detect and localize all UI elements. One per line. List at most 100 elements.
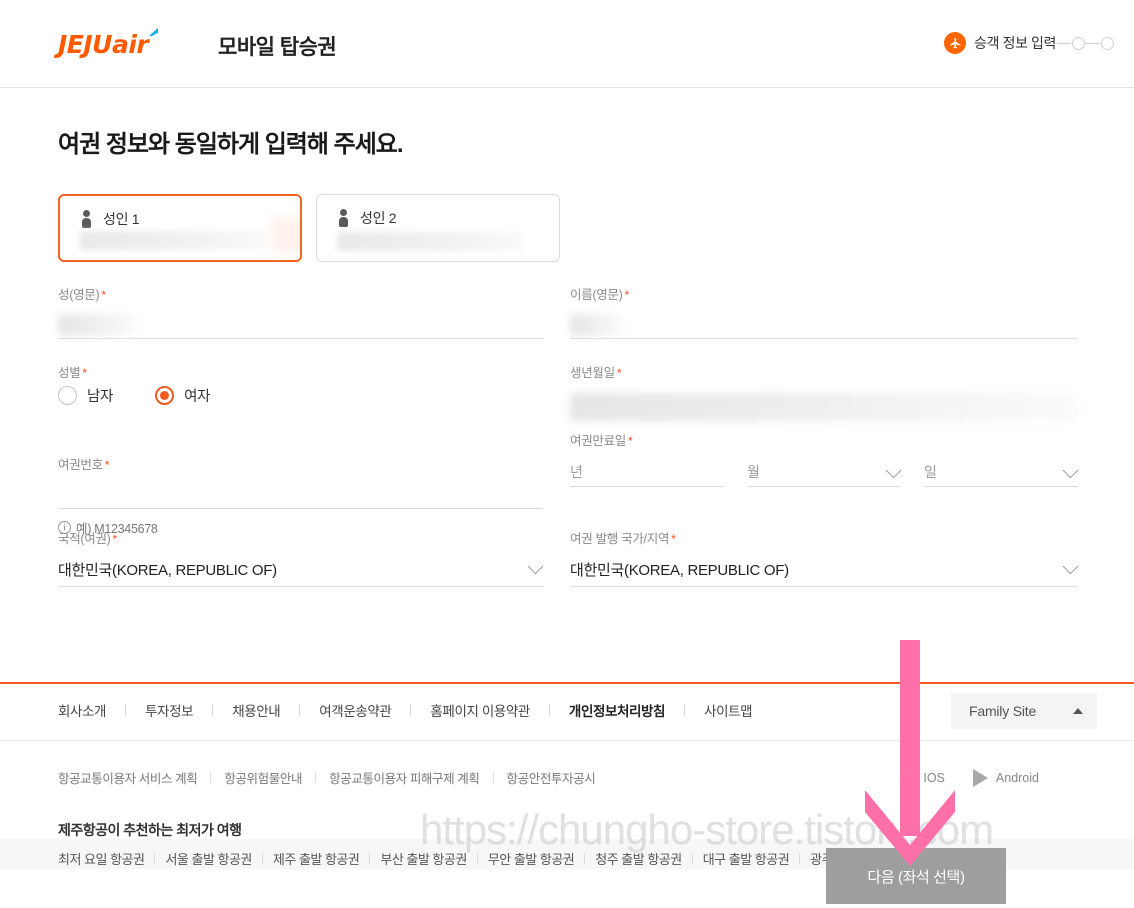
passenger-tab-adult-2[interactable]: 성인 2 <box>316 194 560 262</box>
promo-link-muan[interactable]: 무안 출발 항공권 <box>488 849 574 868</box>
nationality-select[interactable]: 대한민국(KOREA, REPUBLIC OF) <box>58 553 543 587</box>
footer-link-site-terms[interactable]: 홈페이지 이용약관 <box>430 700 530 720</box>
expiry-month-select[interactable]: 월 <box>747 457 901 487</box>
first-name-redacted-value <box>570 314 622 336</box>
promo-link-busan[interactable]: 부산 출발 항공권 <box>380 849 466 868</box>
promo-link-jeju[interactable]: 제주 출발 항공권 <box>273 849 359 868</box>
apple-icon <box>899 766 915 790</box>
field-nationality: 국적(여권)* 대한민국(KOREA, REPUBLIC OF) <box>58 528 543 587</box>
field-label: 성별* <box>58 362 543 381</box>
footer-link-privacy[interactable]: 개인정보처리방침 <box>569 700 665 720</box>
gender-radio-group: 남자 여자 <box>58 385 543 406</box>
passenger-name-redacted <box>337 232 523 251</box>
app-link-ios[interactable]: IOS <box>899 766 945 790</box>
logo-text: JEJUair <box>58 30 148 59</box>
promo-link-list: 최저 요일 항공권 서울 출발 항공권 제주 출발 항공권 부산 출발 항공권 … <box>58 849 897 868</box>
last-name-redacted-value <box>58 314 136 336</box>
step-connector <box>1086 43 1100 44</box>
step-label-passenger-info: 승객 정보 입력 <box>974 33 1056 53</box>
field-label: 여권 발행 국가/지역* <box>570 528 1078 547</box>
footer-link-investor[interactable]: 투자정보 <box>145 700 193 720</box>
passport-country-value: 대한민국(KOREA, REPUBLIC OF) <box>570 559 789 580</box>
footer-link-relief-plan[interactable]: 항공교통이용자 피해구제 계획 <box>329 768 479 787</box>
family-site-label: Family Site <box>969 703 1036 719</box>
caret-up-icon <box>1073 708 1083 714</box>
footer-link-sitemap[interactable]: 사이트맵 <box>704 700 752 720</box>
expiry-day-placeholder: 일 <box>924 462 937 482</box>
field-last-name: 성(영문)* <box>58 284 543 339</box>
footer-link-company[interactable]: 회사소개 <box>58 700 106 720</box>
gender-radio-male[interactable]: 남자 <box>58 385 113 406</box>
step-connector <box>1057 43 1071 44</box>
expiry-year-input[interactable]: 년 <box>570 457 724 487</box>
page-header-title: 모바일 탑승권 <box>218 31 336 61</box>
footer-link-recruit[interactable]: 채용안내 <box>232 700 280 720</box>
required-marker: * <box>113 532 117 546</box>
required-marker: * <box>628 434 632 448</box>
person-icon <box>82 210 91 228</box>
field-label: 이름(영문)* <box>570 284 1078 303</box>
field-first-name: 이름(영문)* <box>570 284 1078 339</box>
footer-secondary-links: 항공교통이용자 서비스 계획 항공위험물안내 항공교통이용자 피해구제 계획 항… <box>58 768 595 787</box>
required-marker: * <box>617 366 621 380</box>
divider <box>210 772 211 783</box>
app-link-android[interactable]: Android <box>973 769 1039 787</box>
chevron-down-icon <box>1063 463 1079 479</box>
nationality-value: 대한민국(KOREA, REPUBLIC OF) <box>58 559 277 580</box>
expiry-year-cell: 년 <box>570 451 724 487</box>
required-marker: * <box>101 288 105 302</box>
family-site-dropdown[interactable]: Family Site <box>951 693 1097 729</box>
promo-link-daegu[interactable]: 대구 출발 항공권 <box>703 849 789 868</box>
passport-country-select[interactable]: 대한민국(KOREA, REPUBLIC OF) <box>570 553 1078 587</box>
promo-link-cheongju[interactable]: 청주 출발 항공권 <box>595 849 681 868</box>
app-name-ios: IOS <box>923 771 945 785</box>
radio-ring-selected <box>155 386 174 405</box>
divider <box>549 704 550 716</box>
person-icon <box>339 209 348 227</box>
required-marker: * <box>671 532 675 546</box>
divider <box>692 853 693 864</box>
birth-date-redacted-value <box>570 393 1078 421</box>
footer-link-transport-terms[interactable]: 여객운송약관 <box>319 700 391 720</box>
radio-label: 여자 <box>184 385 210 406</box>
birth-date-input[interactable] <box>570 387 1078 421</box>
logo-swoosh-icon <box>149 28 158 36</box>
divider <box>684 704 685 716</box>
field-gender: 성별* 남자 여자 <box>58 362 543 406</box>
passport-number-input[interactable] <box>58 479 543 509</box>
first-name-input[interactable] <box>570 309 1078 339</box>
passport-expiry-row: 년 월 일 <box>570 451 1078 487</box>
passenger-tab-label: 성인 1 <box>103 209 139 229</box>
last-name-input[interactable] <box>58 309 543 339</box>
field-label: 생년월일* <box>570 362 1078 381</box>
footer-link-service-plan[interactable]: 항공교통이용자 서비스 계획 <box>58 768 197 787</box>
radio-label: 남자 <box>87 385 113 406</box>
divider <box>299 704 300 716</box>
step-dot-2 <box>1072 37 1085 50</box>
required-marker: * <box>625 288 629 302</box>
divider <box>477 853 478 864</box>
gender-radio-female[interactable]: 여자 <box>155 385 210 406</box>
page-root: JEJUair 모바일 탑승권 승객 정보 입력 여권 정보와 동일하게 입력해… <box>0 0 1134 908</box>
expiry-day-select[interactable]: 일 <box>924 457 1078 487</box>
passenger-tab-header: 성인 2 <box>339 208 396 228</box>
expiry-month-placeholder: 월 <box>747 462 760 482</box>
jejuair-logo[interactable]: JEJUair <box>58 30 148 59</box>
field-label: 여권만료일* <box>570 430 1078 449</box>
promo-link-seoul[interactable]: 서울 출발 항공권 <box>165 849 251 868</box>
next-seat-selection-button[interactable]: 다음 (좌석 선택) <box>826 848 1006 904</box>
chevron-down-icon <box>528 559 544 575</box>
promo-link-cheapest-day[interactable]: 최저 요일 항공권 <box>58 849 144 868</box>
chevron-down-icon <box>1063 559 1079 575</box>
field-label: 국적(여권)* <box>58 528 543 547</box>
radio-ring <box>58 386 77 405</box>
passenger-tab-adult-1[interactable]: 성인 1 <box>58 194 302 262</box>
app-links: IOS Android <box>899 766 1039 790</box>
footer-link-dangerous-goods[interactable]: 항공위험물안내 <box>224 768 302 787</box>
divider <box>799 853 800 864</box>
play-triangle-icon <box>973 769 988 787</box>
footer-link-safety-investment[interactable]: 항공안전투자공시 <box>507 768 596 787</box>
passenger-tab-label: 성인 2 <box>360 208 396 228</box>
divider <box>125 704 126 716</box>
app-name-android: Android <box>996 771 1039 785</box>
